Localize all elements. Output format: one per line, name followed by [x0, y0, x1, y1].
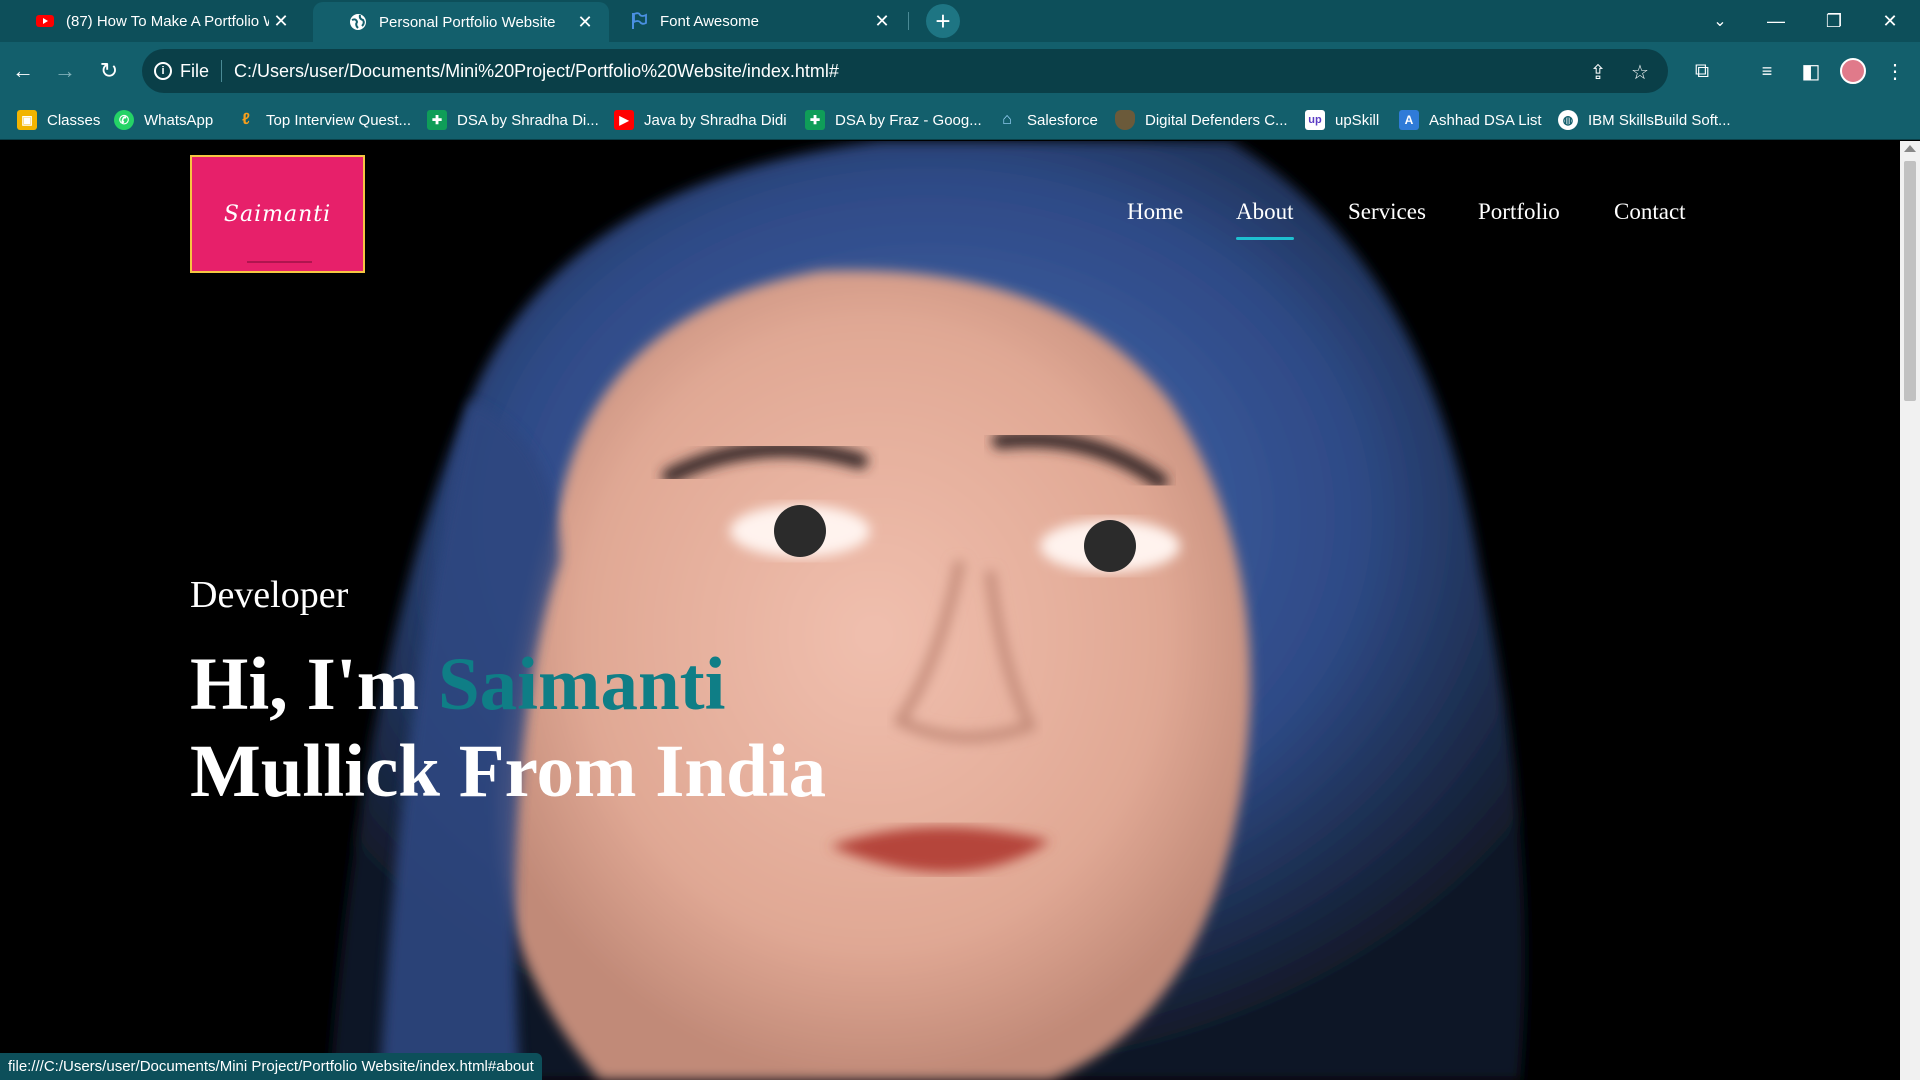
nav-label: Contact	[1614, 199, 1686, 224]
address-bar[interactable]: i File C:/Users/user/Documents/Mini%20Pr…	[142, 49, 1668, 93]
tab-title: (87) How To Make A Portfolio W	[66, 12, 269, 30]
nav-label: Services	[1348, 199, 1426, 224]
nav-home[interactable]: Home	[1127, 199, 1183, 239]
menu-kebab-icon[interactable]: ⋮	[1877, 53, 1913, 89]
back-button[interactable]: ←	[5, 53, 41, 89]
bookmark-label: DSA by Shradha Di...	[457, 111, 599, 129]
browser-toolbar: ← → ↻ i File C:/Users/user/Documents/Min…	[0, 42, 1920, 100]
bookmark-dsa-fraz[interactable]: ✚ DSA by Fraz - Goog...	[805, 108, 982, 132]
bookmark-label: Digital Defenders C...	[1145, 111, 1288, 129]
forward-button[interactable]: →	[47, 53, 83, 89]
headline-line2: Mullick From India	[190, 730, 827, 813]
bookmark-label: upSkill	[1335, 111, 1380, 129]
bookmark-whatsapp[interactable]: ✆ WhatsApp	[114, 108, 213, 132]
minimize-icon[interactable]: —	[1748, 0, 1804, 42]
hero-headline: Hi, I'm Saimanti Mullick From India	[190, 641, 826, 815]
bookmark-label: IBM SkillsBuild Soft...	[1588, 111, 1731, 129]
url-text[interactable]: C:/Users/user/Documents/Mini%20Project/P…	[234, 61, 839, 82]
role-subtitle: Developer	[190, 574, 349, 616]
bookmark-star-icon[interactable]: ☆	[1628, 60, 1652, 84]
reload-button[interactable]: ↻	[91, 53, 127, 89]
bookmark-label: WhatsApp	[144, 111, 214, 129]
bookmarks-bar: ▣ Classes ✆ WhatsApp ℓ Top Interview Que…	[0, 100, 1920, 140]
omnibox-divider	[221, 60, 223, 82]
bookmark-top-interview[interactable]: ℓ Top Interview Quest...	[236, 108, 411, 132]
whatsapp-icon: ✆	[114, 110, 134, 130]
extensions-icon[interactable]: ⧉	[1684, 53, 1720, 89]
bookmark-java-shradha[interactable]: ▶ Java by Shradha Didi	[614, 108, 787, 132]
salesforce-icon: ⌂	[1002, 111, 1012, 128]
tab-title: Personal Portfolio Website	[379, 13, 556, 31]
side-panel-icon[interactable]: ◧	[1793, 53, 1829, 89]
tab-font-awesome[interactable]: Font Awesome ✕	[610, 0, 906, 42]
bookmark-label: Java by Shradha Didi	[644, 111, 787, 129]
flag-icon	[630, 12, 648, 30]
profile-avatar[interactable]	[1840, 58, 1866, 84]
restore-icon[interactable]: ❐	[1806, 0, 1862, 42]
link-status-bar: file:///C:/Users/user/Documents/Mini Pro…	[0, 1053, 542, 1080]
bookmark-label: Ashhad DSA List	[1429, 111, 1542, 129]
close-window-icon[interactable]: ✕	[1862, 0, 1918, 42]
sheets-icon: ✚	[427, 110, 447, 130]
a-icon: A	[1399, 110, 1419, 130]
url-scheme: File	[180, 60, 210, 81]
bookmark-ibm-skillsbuild[interactable]: ◍ IBM SkillsBuild Soft...	[1558, 108, 1731, 132]
nav-about[interactable]: About	[1236, 199, 1294, 240]
youtube-icon	[36, 12, 54, 30]
bookmark-dsa-shradha[interactable]: ✚ DSA by Shradha Di...	[427, 108, 599, 132]
tab-youtube[interactable]: (87) How To Make A Portfolio W ✕	[0, 0, 305, 42]
bookmark-ashhad-dsa[interactable]: A Ashhad DSA List	[1399, 108, 1542, 132]
bookmark-label: Top Interview Quest...	[266, 111, 412, 129]
close-tab-icon[interactable]: ✕	[269, 9, 293, 33]
close-tab-icon[interactable]: ✕	[870, 9, 894, 33]
bookmark-label: Salesforce	[1027, 111, 1098, 129]
media-control-icon[interactable]: ≡	[1749, 53, 1785, 89]
bookmark-classes[interactable]: ▣ Classes	[17, 108, 100, 132]
scroll-up-arrow-icon[interactable]	[1904, 145, 1916, 152]
bookmark-upskill[interactable]: up upSkill	[1305, 108, 1379, 132]
tab-portfolio[interactable]: Personal Portfolio Website ✕	[313, 2, 609, 42]
tab-separator	[908, 12, 909, 30]
bookmark-label: Classes	[47, 111, 101, 129]
leetcode-icon: ℓ	[242, 111, 250, 128]
scrollbar-thumb[interactable]	[1904, 161, 1916, 401]
tab-strip: (87) How To Make A Portfolio W ✕ Persona…	[0, 0, 1920, 42]
nav-label: About	[1236, 199, 1294, 224]
tab-title: Font Awesome	[660, 12, 759, 30]
nav-portfolio[interactable]: Portfolio	[1478, 199, 1560, 239]
nav-active-underline	[1236, 237, 1294, 240]
bookmark-salesforce[interactable]: ⌂ Salesforce	[997, 108, 1098, 132]
globe-icon: ◍	[1558, 110, 1578, 130]
logo-underline	[247, 261, 312, 263]
nav-contact[interactable]: Contact	[1614, 199, 1686, 239]
youtube-icon: ▶	[614, 110, 634, 130]
page-scrollbar[interactable]	[1900, 141, 1920, 1080]
bookmark-label: DSA by Fraz - Goog...	[835, 111, 982, 129]
headline-prefix: Hi, I'm	[190, 643, 438, 726]
upskill-icon: up	[1305, 110, 1325, 130]
sheets-icon: ✚	[805, 110, 825, 130]
page-viewport: Saimanti Home About Services Portfolio C…	[0, 141, 1900, 1080]
headline-name-highlight: Saimanti	[437, 643, 726, 726]
globe-icon	[349, 13, 367, 31]
logo-text: Saimanti	[223, 201, 332, 227]
close-tab-icon[interactable]: ✕	[573, 10, 597, 34]
classroom-icon: ▣	[17, 110, 37, 130]
site-logo[interactable]: Saimanti	[190, 155, 365, 273]
shield-icon	[1115, 110, 1135, 130]
bookmark-digital-defenders[interactable]: Digital Defenders C...	[1115, 108, 1288, 132]
nav-label: Home	[1127, 199, 1184, 224]
share-icon[interactable]: ⇪	[1586, 60, 1610, 84]
nav-label: Portfolio	[1478, 199, 1560, 224]
tab-search-icon[interactable]: ⌄	[1692, 0, 1748, 42]
new-tab-button[interactable]: +	[926, 4, 960, 38]
nav-services[interactable]: Services	[1348, 199, 1426, 239]
info-icon[interactable]: i	[154, 62, 172, 80]
